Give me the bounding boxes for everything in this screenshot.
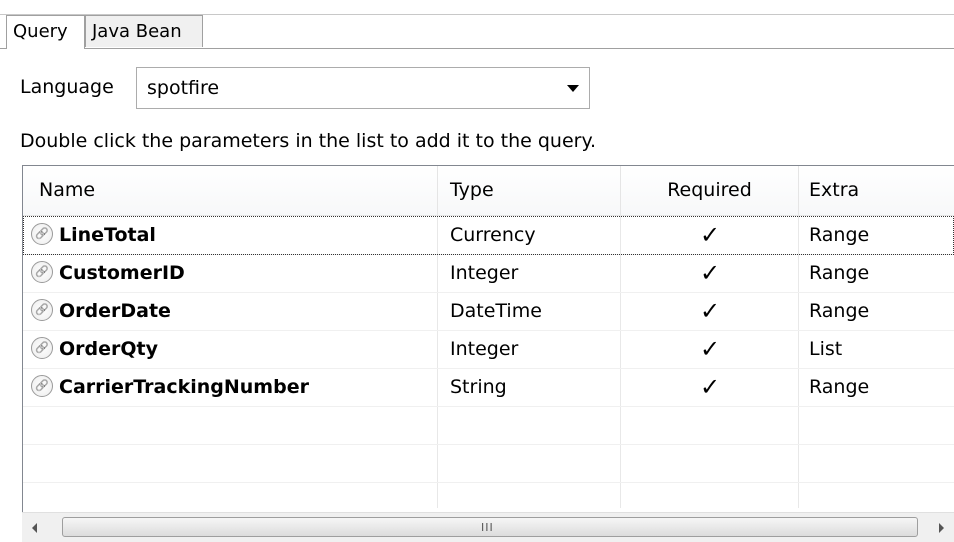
param-name: OrderQty <box>59 338 158 360</box>
column-header-type[interactable]: Type <box>438 166 621 215</box>
horizontal-scrollbar[interactable]: III <box>22 512 954 542</box>
empty-row <box>23 406 954 445</box>
tab-query[interactable]: Query <box>6 15 85 49</box>
required-checkmark: ✓ <box>699 221 721 249</box>
scroll-right-arrow-icon[interactable] <box>939 523 944 533</box>
param-type: Currency <box>450 224 536 246</box>
param-extra: Range <box>809 224 870 246</box>
language-dropdown[interactable]: spotfire <box>136 67 590 109</box>
column-header-name[interactable]: Name <box>23 166 438 215</box>
column-header-extra[interactable]: Extra <box>799 166 954 215</box>
tab-bar: Query Java Bean <box>0 0 954 49</box>
param-name: OrderDate <box>59 300 171 322</box>
table-header: Name Type Required Extra <box>23 166 954 216</box>
language-label: Language <box>20 76 114 98</box>
table-row[interactable]: LineTotal Currency ✓ Range <box>23 216 954 255</box>
table-row[interactable]: CarrierTrackingNumber String ✓ Range <box>23 368 954 407</box>
param-name-cell: CarrierTrackingNumber <box>31 368 436 406</box>
required-checkmark: ✓ <box>699 335 721 363</box>
required-checkmark: ✓ <box>699 373 721 401</box>
param-name-cell: LineTotal <box>31 216 436 254</box>
param-type: Integer <box>450 262 519 284</box>
parameter-link-icon <box>31 375 53 397</box>
param-extra: List <box>809 338 843 360</box>
param-name: CustomerID <box>59 262 185 284</box>
param-name-cell: OrderDate <box>31 292 436 330</box>
scroll-left-arrow-icon[interactable] <box>32 523 37 533</box>
parameters-table[interactable]: Name Type Required Extra LineTotal Curre… <box>22 165 954 542</box>
param-name-cell: CustomerID <box>31 254 436 292</box>
param-name: LineTotal <box>59 224 156 246</box>
param-extra: Range <box>809 262 870 284</box>
empty-row <box>23 444 954 483</box>
table-row[interactable]: OrderDate DateTime ✓ Range <box>23 292 954 331</box>
parameter-link-icon <box>31 223 53 245</box>
table-row[interactable]: CustomerID Integer ✓ Range <box>23 254 954 293</box>
param-extra: Range <box>809 300 870 322</box>
column-header-required[interactable]: Required <box>621 166 799 215</box>
param-name-cell: OrderQty <box>31 330 436 368</box>
chevron-down-icon[interactable] <box>567 85 579 92</box>
required-checkmark: ✓ <box>699 259 721 287</box>
scrollbar-grip-icon: III <box>481 521 494 534</box>
parameter-link-icon <box>31 299 53 321</box>
param-name: CarrierTrackingNumber <box>59 376 309 398</box>
language-selected-value: spotfire <box>147 77 220 99</box>
parameter-link-icon <box>31 261 53 283</box>
param-type: DateTime <box>450 300 542 322</box>
param-type: String <box>450 376 507 398</box>
instruction-text: Double click the parameters in the list … <box>20 130 597 152</box>
required-checkmark: ✓ <box>699 297 721 325</box>
parameter-link-icon <box>31 337 53 359</box>
param-extra: Range <box>809 376 870 398</box>
tab-java-bean[interactable]: Java Bean <box>85 15 203 47</box>
table-row[interactable]: OrderQty Integer ✓ List <box>23 330 954 369</box>
param-type: Integer <box>450 338 519 360</box>
scrollbar-thumb[interactable]: III <box>62 517 918 537</box>
